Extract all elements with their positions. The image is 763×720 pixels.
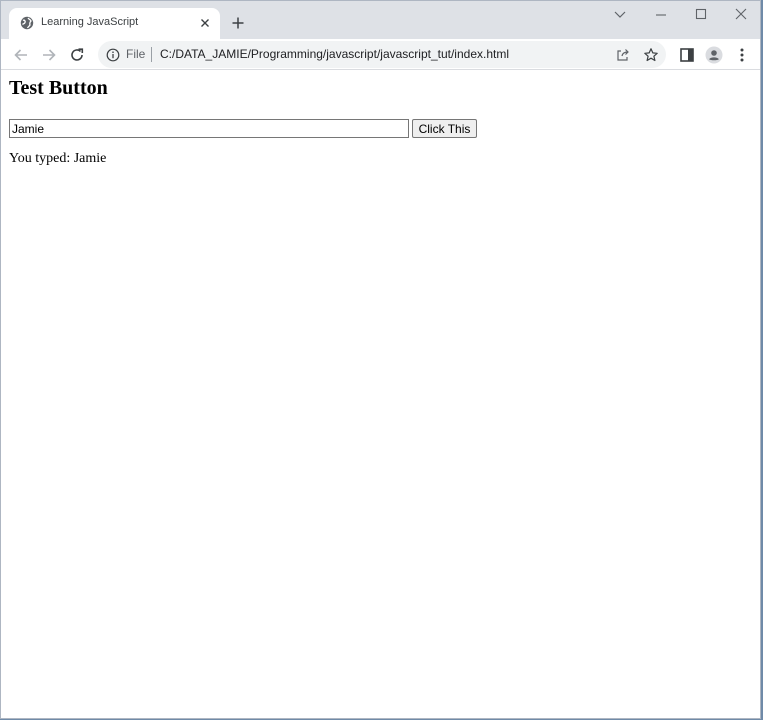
address-bar[interactable]: File C:/DATA_JAMIE/Programming/javascrip… (98, 41, 666, 68)
plus-icon[interactable] (229, 14, 247, 32)
name-input[interactable] (9, 119, 409, 138)
share-icon[interactable] (615, 47, 631, 63)
address-separator (151, 47, 152, 62)
click-this-button[interactable]: Click This (412, 119, 477, 138)
maximize-icon[interactable] (686, 5, 716, 25)
typed-output: You typed: Jamie (9, 151, 106, 167)
browser-window: Learning JavaScript File C:/DATA_JAMIE/P… (0, 0, 761, 719)
tab-learning-javascript[interactable]: Learning JavaScript (9, 8, 220, 39)
typed-value: Jamie (73, 151, 107, 166)
page-title: Test Button (9, 77, 108, 99)
scheme-label: File (126, 47, 146, 61)
minimize-icon[interactable] (646, 5, 676, 25)
tab-strip: Learning JavaScript (1, 1, 760, 39)
chevron-down-icon[interactable] (605, 5, 635, 25)
profile-icon[interactable] (704, 45, 724, 65)
address-url[interactable]: C:/DATA_JAMIE/Programming/javascript/jav… (160, 47, 509, 61)
side-panel-icon[interactable] (677, 45, 697, 65)
back-arrow-icon[interactable] (11, 45, 31, 65)
tab-title: Learning JavaScript (41, 16, 139, 28)
reload-icon[interactable] (67, 45, 87, 65)
forward-arrow-icon[interactable] (39, 45, 59, 65)
globe-icon (20, 16, 34, 30)
kebab-menu-icon[interactable] (732, 45, 752, 65)
browser-toolbar: File C:/DATA_JAMIE/Programming/javascrip… (1, 39, 760, 70)
page-content: Test Button Click This You typed: Jamie (1, 71, 760, 718)
window-close-icon[interactable] (726, 5, 756, 25)
close-icon[interactable] (198, 16, 212, 30)
info-icon[interactable] (106, 48, 120, 62)
star-icon[interactable] (643, 47, 659, 63)
typed-prefix: You typed: (9, 151, 74, 166)
